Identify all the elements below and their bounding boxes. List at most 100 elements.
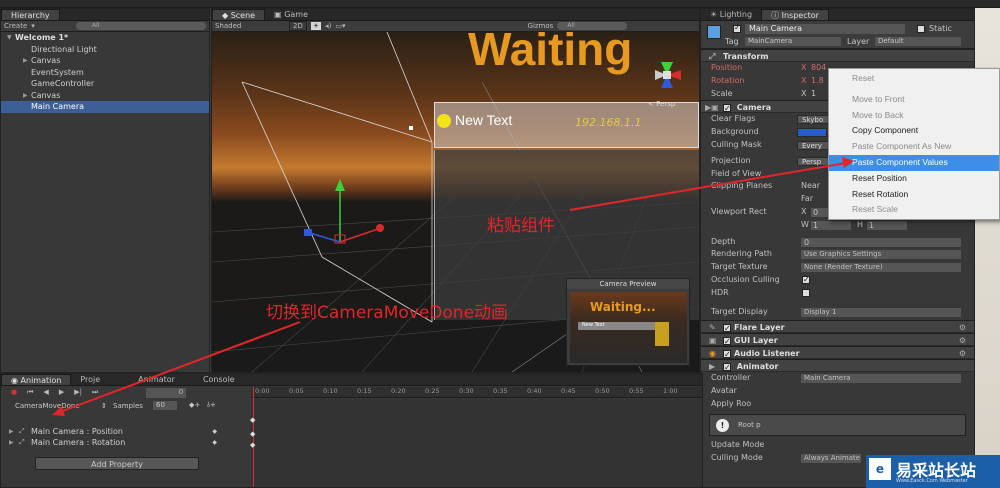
clip-dropdown[interactable]: CameraMoveDone (15, 402, 95, 410)
camera-property-value[interactable] (797, 128, 827, 138)
record-icon[interactable]: ● (11, 388, 17, 398)
timeline-ruler[interactable]: 0:00 0:05 0:10 0:15 0:20 0:25 0:30 0:35 0:40 0:45… (251, 387, 702, 398)
depth-field[interactable]: 0 (801, 237, 961, 247)
static-checkbox[interactable] (917, 25, 925, 33)
animated-property-row[interactable]: ▶ ⤢ Main Camera : Rotation ◆ (1, 437, 251, 448)
menu-item[interactable]: Paste Component As New (829, 139, 999, 155)
audio-toggle-icon[interactable]: ◂) (325, 22, 331, 30)
animator-enabled-checkbox[interactable] (723, 361, 731, 374)
tab-lighting[interactable]: ☀ Lighting (701, 9, 761, 20)
camera-enabled-checkbox[interactable] (723, 102, 731, 115)
lighting-toggle-icon[interactable]: ☀ (310, 22, 322, 30)
status-circle-icon (437, 114, 451, 128)
controller-field[interactable]: Main Camera (801, 374, 961, 384)
gizmos-search-input[interactable]: All (557, 22, 628, 30)
frame-field[interactable]: 0 (146, 388, 187, 398)
tab-animator[interactable]: Animator (129, 374, 184, 385)
hierarchy-item[interactable]: Main Camera (1, 101, 209, 113)
last-frame-icon[interactable]: ⏭ (92, 388, 98, 398)
project-tab-label: Proje (80, 375, 101, 384)
menu-item[interactable]: Paste Component Values (829, 154, 999, 171)
root-info-box: ! Root p (709, 413, 966, 436)
hierarchy-item[interactable]: ▶ Canvas (1, 90, 209, 102)
hierarchy-item[interactable]: GameController (1, 78, 209, 90)
scale-x-field[interactable]: 1 (811, 88, 816, 101)
timeline-tick-label: 0:10 (323, 387, 338, 395)
keyframe-diamond-icon[interactable]: ◆ (212, 426, 217, 437)
target-texture-field[interactable]: None (Render Texture) (801, 263, 961, 273)
tab-console[interactable]: Console (194, 374, 244, 385)
create-dropdown[interactable]: Create (4, 22, 27, 30)
next-frame-icon[interactable]: ▶| (74, 388, 82, 398)
active-checkbox[interactable] (733, 23, 741, 33)
component-enabled-checkbox[interactable] (723, 322, 731, 335)
persp-label[interactable]: < Persp (648, 100, 675, 108)
hierarchy-item[interactable]: Directional Light (1, 44, 209, 56)
component-enabled-checkbox[interactable] (723, 348, 731, 361)
context-menu: Reset Move to Front Move to Back Copy Compo… (828, 68, 1000, 220)
position-x-field[interactable]: 804 (811, 62, 826, 75)
orientation-gizmo[interactable] (637, 50, 697, 100)
add-property-button[interactable]: Add Property (35, 457, 199, 470)
first-frame-icon[interactable]: ⏮ (27, 388, 33, 398)
timeline-tick-label: 0:00 (255, 387, 270, 395)
search-placeholder: All (92, 22, 100, 29)
transform-gizmo[interactable] (300, 177, 390, 257)
keyframe-diamond-icon[interactable]: ◆ (212, 437, 217, 448)
object-name-field[interactable]: Main Camera (745, 24, 905, 34)
culling-mode-dropdown[interactable]: Always Animate (801, 453, 861, 463)
gizmos-dropdown[interactable]: Gizmos (528, 22, 554, 30)
expand-arrow-icon[interactable]: ▶ (23, 55, 28, 67)
prev-frame-icon[interactable]: ◀ (43, 388, 48, 398)
rendering-dropdown[interactable]: Use Graphics Settings (801, 250, 961, 260)
component-header[interactable]: ◉Audio Listener⚙ (701, 346, 974, 361)
menu-item[interactable]: Reset (829, 71, 999, 87)
occlusion-row: Occlusion Culling (701, 274, 974, 287)
animator-header[interactable]: ▶ Animator (701, 359, 974, 374)
hierarchy-item[interactable]: ▶ Canvas (1, 55, 209, 67)
effects-dropdown-icon[interactable]: ▭▾ (335, 22, 345, 30)
tab-animation[interactable]: ◉ Animation (1, 374, 72, 385)
mode-2d-toggle[interactable]: 2D (289, 21, 307, 31)
samples-field[interactable]: 60 (153, 401, 177, 410)
occlusion-checkbox[interactable] (802, 274, 810, 287)
transform-header[interactable]: ⤢ Transform (701, 49, 974, 62)
expand-arrow-icon[interactable]: ▼ (7, 32, 12, 44)
menu-item[interactable]: Reset Rotation (829, 187, 999, 203)
menu-item[interactable]: Move to Front (829, 92, 999, 108)
component-enabled-checkbox[interactable] (723, 335, 731, 348)
play-icon[interactable]: ▶ (59, 388, 64, 398)
search-input[interactable]: All (76, 22, 206, 30)
component-header[interactable]: ▣GUI Layer⚙ (701, 333, 974, 348)
target-display-dropdown[interactable]: Display 1 (801, 307, 961, 317)
tag-dropdown[interactable]: MainCamera (745, 37, 841, 46)
keyframe-top[interactable]: ◆ (250, 416, 255, 424)
viewport-h-field[interactable]: 1 (867, 220, 907, 230)
tab-hierarchy[interactable]: Hierarchy (1, 9, 60, 20)
expand-arrow-icon[interactable]: ▶ (9, 437, 14, 448)
scene-root-row[interactable]: ▼ Welcome 1* (1, 32, 209, 44)
timeline-tick-label: 1:00 (663, 387, 678, 395)
hdr-checkbox[interactable] (802, 288, 810, 297)
add-keyframe-icon[interactable]: ◆+ (189, 401, 200, 409)
component-title: Flare Layer (734, 323, 785, 333)
tab-project[interactable]: Proje (71, 374, 109, 385)
rotation-x-field[interactable]: 1.8 (811, 75, 824, 88)
expand-arrow-icon[interactable]: ▶ (9, 426, 14, 437)
component-header[interactable]: ✎Flare Layer⚙ (701, 320, 974, 335)
menu-item[interactable]: Reset Position (829, 171, 999, 187)
viewport-w-field[interactable]: 1 (811, 220, 851, 230)
animated-property-row[interactable]: ▶ ⤢ Main Camera : Position ◆ (1, 426, 251, 437)
menu-item[interactable]: Copy Component (829, 123, 999, 139)
timeline-area[interactable]: ◆ ◆ ◆ (250, 387, 702, 487)
menu-item[interactable]: Reset Scale (829, 202, 999, 218)
tab-scene[interactable]: ◆ Scene (212, 9, 266, 20)
shading-dropdown[interactable]: Shaded (215, 22, 285, 30)
expand-arrow-icon[interactable]: ▶ (23, 90, 28, 102)
tab-game[interactable]: ▣ Game (265, 9, 317, 20)
hierarchy-item[interactable]: EventSystem (1, 67, 209, 79)
layer-dropdown[interactable]: Default (875, 37, 961, 46)
menu-item[interactable]: Move to Back (829, 108, 999, 124)
tab-inspector[interactable]: ⓘ Inspector (761, 9, 829, 20)
add-event-icon[interactable]: ⫰+ (207, 401, 216, 410)
